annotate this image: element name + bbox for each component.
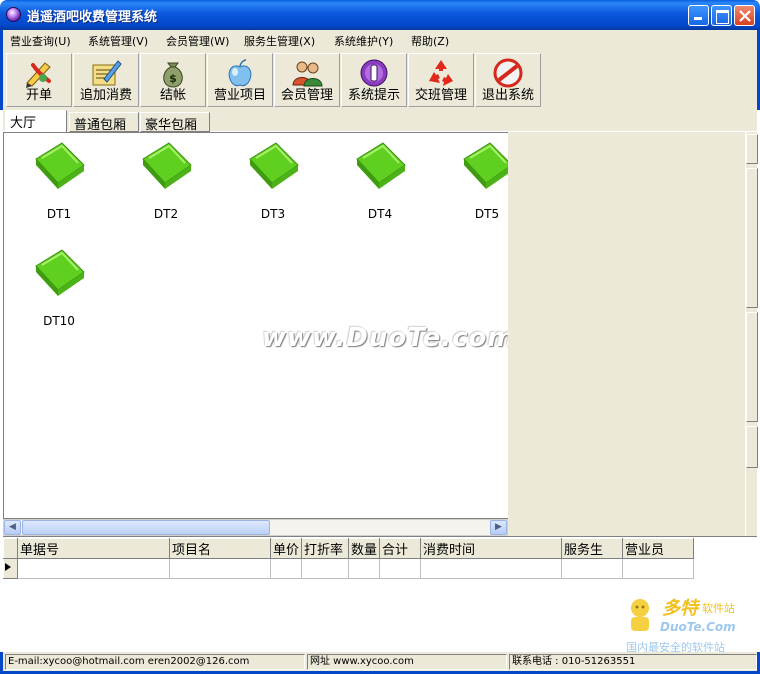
toolbar: 开单 追加消费 $ 结帐 营业项目 会员管理 系统提示 交班管理 退出系统 [0, 50, 760, 110]
table-row[interactable] [3, 558, 695, 579]
system-tip-button[interactable]: 系统提示 [341, 53, 407, 107]
open-order-button[interactable]: 开单 [6, 53, 72, 107]
col-total[interactable]: 合计 [379, 538, 422, 559]
room-name: DT10 [43, 314, 75, 328]
menu-system-management[interactable]: 系统管理(V) [88, 33, 148, 49]
room-tabs: 大厅 普通包厢 豪华包厢 [3, 110, 757, 133]
room-tile[interactable]: DT3 [238, 137, 308, 232]
tab-luxury-box[interactable]: 豪华包厢 [140, 112, 210, 133]
cell[interactable] [348, 558, 381, 579]
col-consume-time[interactable]: 消费时间 [420, 538, 563, 559]
col-bill-no[interactable]: 单据号 [17, 538, 170, 559]
cell[interactable] [379, 558, 422, 579]
logo-line1: 多特 [662, 598, 698, 619]
cell[interactable] [420, 558, 563, 579]
cell[interactable] [269, 558, 303, 579]
shift-management-button[interactable]: 交班管理 [408, 53, 474, 107]
folder-icon [35, 142, 85, 189]
tab-hall[interactable]: 大厅 [5, 110, 67, 132]
folder-icon [142, 142, 192, 189]
mascot-icon [631, 599, 649, 631]
room-view: DT1 DT2 DT3 DT4 DT5 DT10 www.DuoTe.com [3, 132, 508, 519]
app-icon [6, 7, 21, 22]
room-tile[interactable]: DT10 [24, 244, 94, 339]
col-item-name[interactable]: 项目名 [169, 538, 271, 559]
status-bar: E-mail:xycoo@hotmail.com eren2002@126.co… [0, 652, 760, 674]
cell[interactable] [169, 558, 271, 579]
minimize-button[interactable] [688, 5, 709, 26]
room-name: DT2 [153, 207, 179, 221]
col-discount[interactable]: 打折率 [301, 538, 350, 559]
system-tip-label: 系统提示 [347, 88, 400, 103]
status-website: 网址 www.xycoo.com [307, 654, 507, 670]
side-strip-segment[interactable] [746, 312, 758, 422]
close-button[interactable] [734, 5, 755, 26]
menu-system-maintenance[interactable]: 系统维护(Y) [334, 33, 393, 49]
close-icon [739, 10, 751, 22]
scroll-left-button[interactable]: ◀ [4, 520, 21, 535]
duote-watermark: www.DuoTe.com [262, 323, 508, 353]
room-name: DT1 [46, 207, 72, 221]
col-operator[interactable]: 营业员 [622, 538, 695, 559]
maximize-button[interactable] [711, 5, 732, 26]
logo-line2: DuoTe.Com [660, 620, 736, 634]
consumption-table: 单据号 项目名 单价 打折率 数量 合计 消费时间 服务生 营业员 [3, 538, 695, 579]
duote-logo: 多特 软件站 DuoTe.Com 国内最安全的软件站 [622, 594, 757, 656]
open-order-label: 开单 [25, 88, 52, 103]
side-panel [508, 132, 745, 536]
side-strip [745, 132, 758, 536]
menu-help[interactable]: 帮助(Z) [411, 33, 449, 49]
folder-icon [35, 249, 85, 296]
logo-line1b: 软件站 [702, 602, 735, 615]
checkout-label: 结帐 [159, 88, 186, 103]
current-row-icon [5, 563, 11, 571]
room-tile[interactable]: DT1 [24, 137, 94, 232]
member-management-label: 会员管理 [280, 88, 333, 103]
business-items-label: 营业项目 [213, 88, 266, 103]
folder-icon [356, 142, 406, 189]
menu-member-management[interactable]: 会员管理(W) [166, 33, 229, 49]
room-name: DT4 [367, 207, 393, 221]
shift-management-label: 交班管理 [414, 88, 467, 103]
add-consume-label: 追加消费 [79, 88, 132, 103]
menu-waiter-management[interactable]: 服务生管理(X) [244, 33, 315, 49]
cell[interactable] [17, 558, 170, 579]
status-phone: 联系电话 : 010-51263551 [509, 654, 757, 670]
business-items-button[interactable]: 营业项目 [207, 53, 273, 107]
exit-system-button[interactable]: 退出系统 [475, 53, 541, 107]
checkout-button[interactable]: $ 结帐 [140, 53, 206, 107]
row-indicator-header [3, 538, 18, 559]
title-bar: 逍遥酒吧收费管理系统 [0, 0, 760, 30]
folder-icon [249, 142, 299, 189]
col-waiter[interactable]: 服务生 [561, 538, 624, 559]
add-consume-button[interactable]: 追加消费 [73, 53, 139, 107]
side-strip-segment[interactable] [746, 168, 758, 308]
menu-business-query[interactable]: 营业查询(U) [10, 33, 71, 49]
tab-normal-box[interactable]: 普通包厢 [69, 112, 139, 133]
cell[interactable] [301, 558, 350, 579]
side-strip-segment[interactable] [746, 426, 758, 468]
horizontal-scrollbar[interactable]: ◀ ▶ [3, 519, 508, 536]
room-tile[interactable]: DT2 [131, 137, 201, 232]
col-unit-price[interactable]: 单价 [269, 538, 303, 559]
row-indicator [3, 558, 18, 579]
room-name: DT5 [474, 207, 500, 221]
window-title: 逍遥酒吧收费管理系统 [27, 10, 158, 25]
room-name: DT3 [260, 207, 286, 221]
scroll-right-button[interactable]: ▶ [490, 520, 507, 535]
status-email: E-mail:xycoo@hotmail.com eren2002@126.co… [5, 654, 305, 670]
member-management-button[interactable]: 会员管理 [274, 53, 340, 107]
scroll-thumb[interactable] [22, 520, 270, 535]
menu-bar: 营业查询(U) 系统管理(V) 会员管理(W) 服务生管理(X) 系统维护(Y)… [0, 30, 760, 50]
folder-icon [463, 142, 508, 189]
room-tile[interactable]: DT4 [345, 137, 415, 232]
grid-header-row: 单据号 项目名 单价 打折率 数量 合计 消费时间 服务生 营业员 [3, 538, 695, 559]
cell[interactable] [561, 558, 624, 579]
room-tile[interactable]: DT5 [452, 137, 508, 232]
exit-system-label: 退出系统 [481, 88, 534, 103]
side-strip-segment[interactable] [746, 134, 758, 164]
cell[interactable] [622, 558, 695, 579]
col-quantity[interactable]: 数量 [348, 538, 381, 559]
